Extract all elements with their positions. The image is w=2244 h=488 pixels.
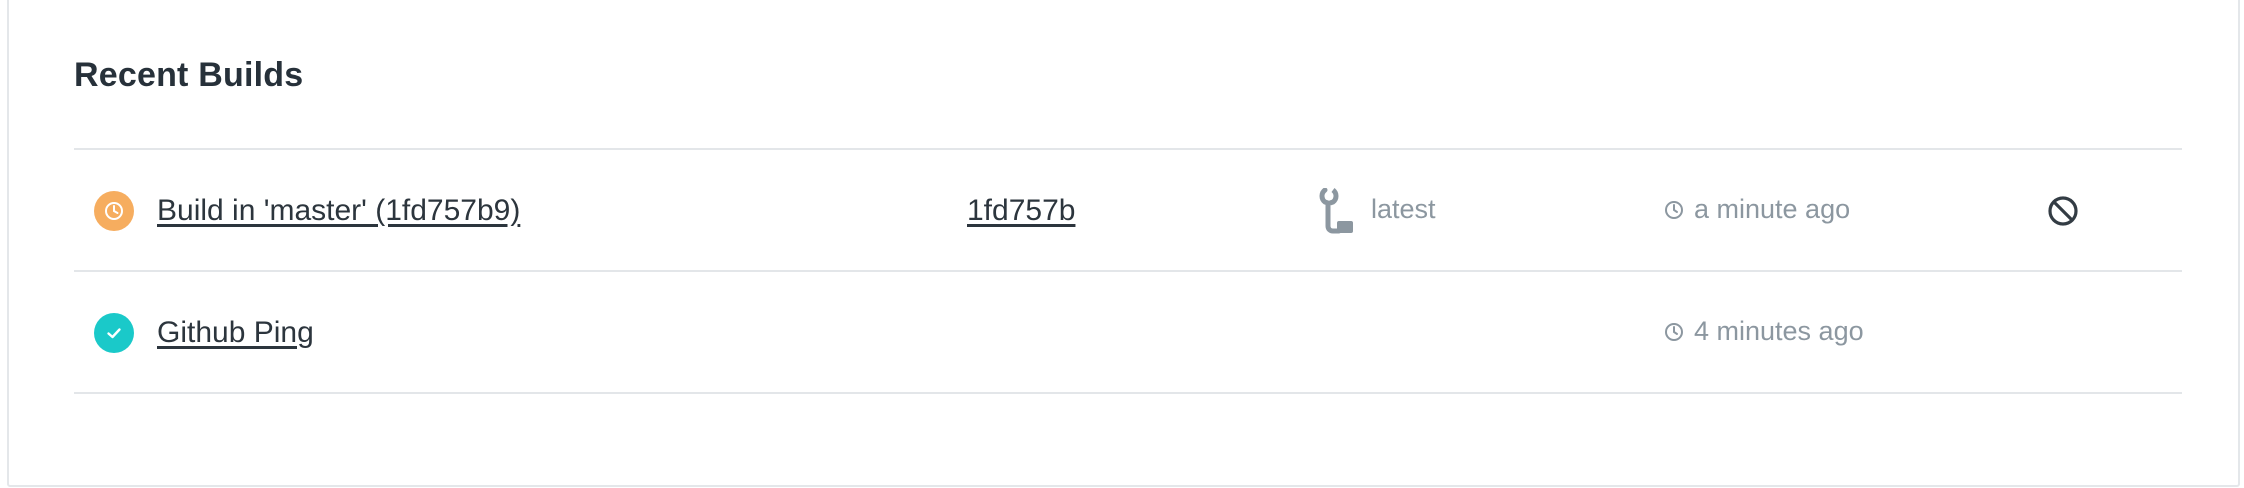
clock-icon xyxy=(1664,200,1684,220)
build-name-link[interactable]: Github Ping xyxy=(157,316,314,350)
pending-status-badge xyxy=(94,191,134,231)
check-icon xyxy=(104,323,124,343)
clock-icon xyxy=(1664,322,1684,342)
cancel-icon xyxy=(2047,195,2079,227)
build-name-link[interactable]: Build in 'master' (1fd757b9) xyxy=(157,194,520,228)
clock-icon xyxy=(104,201,124,221)
section-title: Recent Builds xyxy=(74,56,304,94)
tag-label: latest xyxy=(1371,194,1436,224)
time-text: a minute ago xyxy=(1694,194,1851,224)
divider xyxy=(74,392,2182,394)
build-time: a minute ago xyxy=(1664,194,1850,225)
wrench-branch-icon xyxy=(1319,187,1355,239)
build-time: 4 minutes ago xyxy=(1664,316,1864,347)
build-row: Build in 'master' (1fd757b9) 1fd757b lat… xyxy=(74,150,2182,270)
commit-link[interactable]: 1fd757b xyxy=(967,194,1075,228)
passed-status-badge xyxy=(94,313,134,353)
build-row: Github Ping 4 minutes ago xyxy=(74,272,2182,392)
recent-builds-panel: Recent Builds Build in 'master' (1fd757b… xyxy=(7,0,2240,487)
cancel-build-button[interactable] xyxy=(2046,194,2080,228)
time-text: 4 minutes ago xyxy=(1694,316,1864,346)
